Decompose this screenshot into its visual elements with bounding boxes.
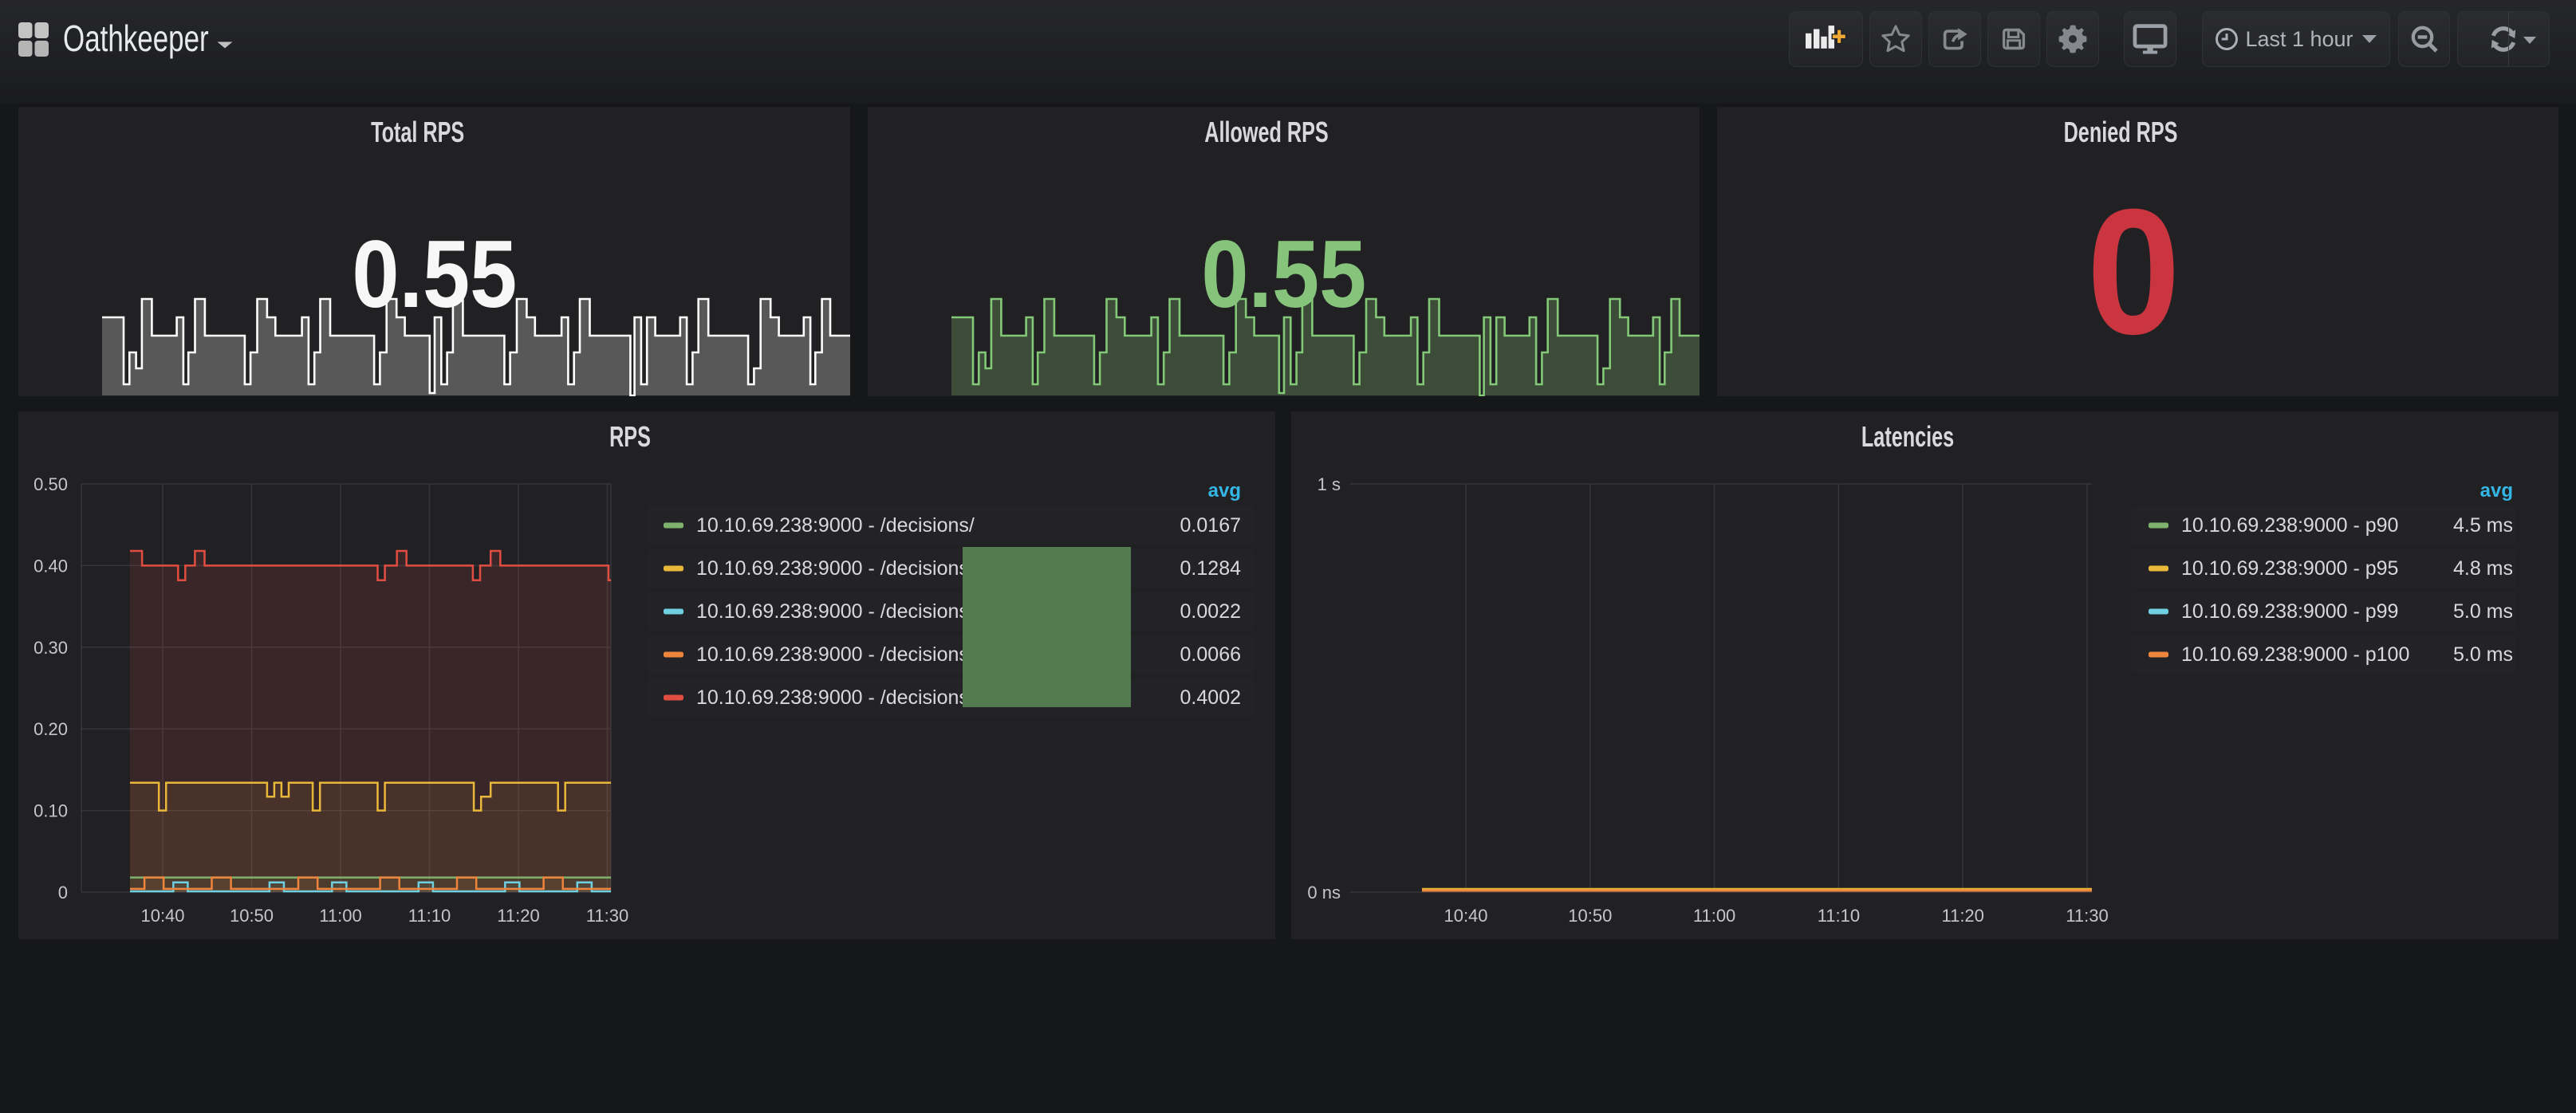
svg-text:0.40: 0.40	[33, 556, 68, 576]
svg-text:4.5 ms: 4.5 ms	[2453, 514, 2513, 537]
svg-text:11:10: 11:10	[408, 906, 451, 926]
svg-text:0 ns: 0 ns	[1307, 883, 1341, 903]
svg-text:10:40: 10:40	[140, 906, 184, 926]
svg-text:10.10.69.238:9000 - p99: 10.10.69.238:9000 - p99	[2181, 600, 2398, 623]
svg-text:0.0167: 0.0167	[1180, 514, 1241, 537]
svg-text:11:20: 11:20	[1941, 906, 1983, 926]
svg-text:10.10.69.238:9000 - p95: 10.10.69.238:9000 - p95	[2181, 557, 2398, 580]
svg-text:avg: avg	[1208, 480, 1241, 501]
svg-text:0.0066: 0.0066	[1180, 643, 1241, 666]
svg-text:10.10.69.238:9000 - /decisions: 10.10.69.238:9000 - /decisions/	[696, 557, 975, 580]
svg-text:0.1284: 0.1284	[1180, 557, 1242, 580]
svg-text:10.10.69.238:9000 - /decisions: 10.10.69.238:9000 - /decisions/	[696, 600, 975, 623]
svg-text:11:00: 11:00	[319, 906, 361, 926]
svg-text:0.0022: 0.0022	[1180, 600, 1241, 623]
svg-text:0: 0	[58, 883, 68, 903]
svg-text:10.10.69.238:9000 - /decisions: 10.10.69.238:9000 - /decisions/	[696, 514, 975, 537]
svg-text:11:30: 11:30	[586, 906, 628, 926]
svg-text:10.10.69.238:9000 - /decisions: 10.10.69.238:9000 - /decisions/	[696, 686, 975, 709]
svg-text:11:00: 11:00	[1693, 906, 1735, 926]
svg-text:11:30: 11:30	[2066, 906, 2108, 926]
svg-text:10:50: 10:50	[1568, 906, 1612, 926]
svg-text:11:20: 11:20	[497, 906, 539, 926]
svg-text:5.0 ms: 5.0 ms	[2453, 600, 2513, 623]
svg-text:0.10: 0.10	[33, 801, 68, 821]
svg-text:0.4002: 0.4002	[1180, 686, 1241, 709]
svg-text:5.0 ms: 5.0 ms	[2453, 643, 2513, 666]
svg-text:11:10: 11:10	[1818, 906, 1860, 926]
svg-text:0.20: 0.20	[33, 719, 68, 739]
svg-text:0.30: 0.30	[33, 638, 68, 658]
svg-text:10.10.69.238:9000 - p90: 10.10.69.238:9000 - p90	[2181, 514, 2398, 537]
svg-text:avg: avg	[2480, 480, 2513, 501]
svg-text:10.10.69.238:9000 - /decisions: 10.10.69.238:9000 - /decisions/	[696, 643, 975, 666]
svg-text:1 s: 1 s	[1318, 474, 1341, 494]
svg-text:4.8 ms: 4.8 ms	[2453, 557, 2513, 580]
svg-text:10:40: 10:40	[1444, 906, 1487, 926]
svg-text:10.10.69.238:9000 - p100: 10.10.69.238:9000 - p100	[2181, 643, 2409, 666]
svg-text:10:50: 10:50	[230, 906, 274, 926]
svg-text:0.50: 0.50	[33, 474, 68, 494]
